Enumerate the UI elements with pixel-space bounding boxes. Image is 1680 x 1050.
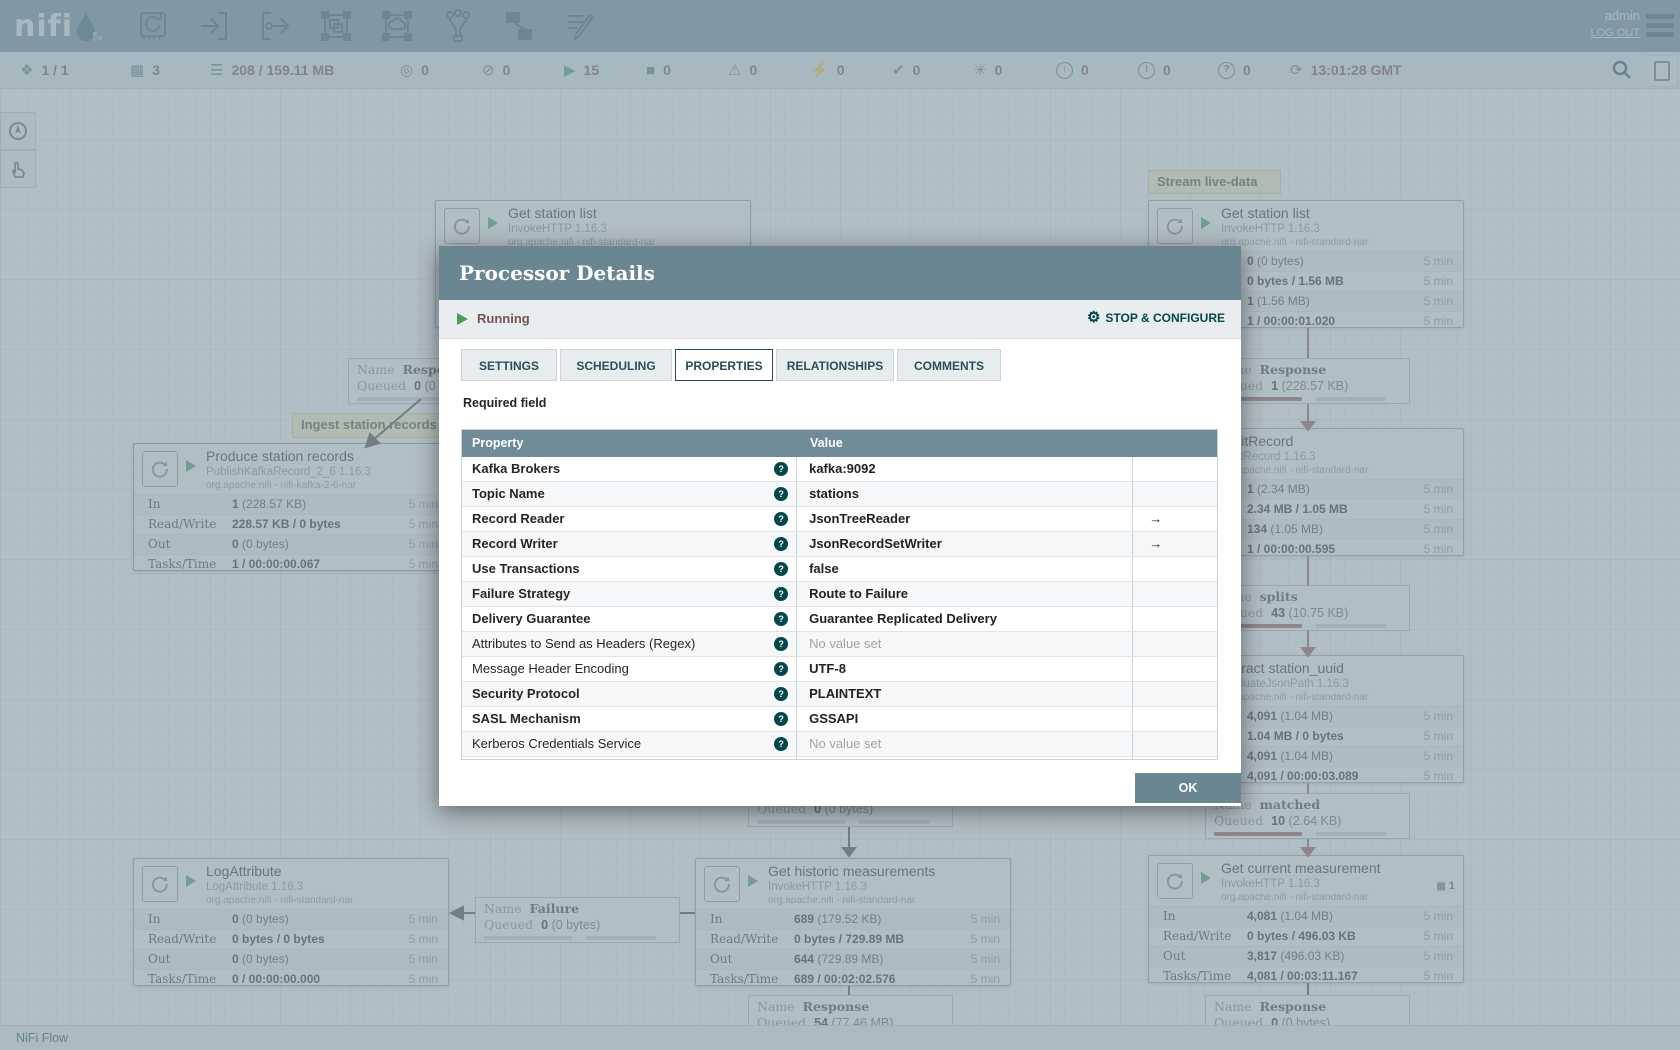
- property-row: Delivery Guarantee? Guarantee Replicated…: [462, 607, 1217, 632]
- processor-details-dialog: Processor Details Running ⚙ STOP & CONFI…: [439, 246, 1241, 806]
- help-icon[interactable]: ?: [774, 512, 789, 526]
- tab-scheduling[interactable]: SCHEDULING: [560, 349, 672, 381]
- value-column-header: Value: [810, 436, 843, 450]
- property-row: Record Writer? JsonRecordSetWriter →: [462, 532, 1217, 557]
- help-icon[interactable]: ?: [774, 662, 789, 676]
- running-status-icon: [457, 313, 468, 325]
- property-row: Topic Name? stations: [462, 482, 1217, 507]
- property-row: Kerberos User Service? No value set: [462, 757, 1217, 759]
- help-icon[interactable]: ?: [774, 612, 789, 626]
- help-icon[interactable]: ?: [774, 562, 789, 576]
- tab-properties[interactable]: PROPERTIES: [675, 349, 773, 381]
- property-row: Message Header Encoding? UTF-8: [462, 657, 1217, 682]
- property-row: Security Protocol? PLAINTEXT: [462, 682, 1217, 707]
- dialog-status-row: Running ⚙ STOP & CONFIGURE: [439, 300, 1241, 339]
- help-icon[interactable]: ?: [774, 737, 789, 751]
- properties-table: Property Value Kafka Brokers? kafka:9092…: [461, 429, 1218, 760]
- dialog-tabs: SETTINGS SCHEDULING PROPERTIES RELATIONS…: [461, 349, 1001, 381]
- tab-comments[interactable]: COMMENTS: [897, 349, 1001, 381]
- stop-and-configure-button[interactable]: ⚙ STOP & CONFIGURE: [1087, 310, 1225, 325]
- property-row: SASL Mechanism? GSSAPI: [462, 707, 1217, 732]
- go-to-service-icon[interactable]: →: [1149, 511, 1162, 526]
- dialog-title: Processor Details: [439, 246, 1241, 300]
- property-row: Failure Strategy? Route to Failure: [462, 582, 1217, 607]
- ok-button[interactable]: OK: [1135, 773, 1241, 803]
- property-row: Kafka Brokers? kafka:9092: [462, 457, 1217, 482]
- help-icon[interactable]: ?: [774, 462, 789, 476]
- help-icon[interactable]: ?: [774, 587, 789, 601]
- help-icon[interactable]: ?: [774, 687, 789, 701]
- property-row: Use Transactions? false: [462, 557, 1217, 582]
- property-row: Attributes to Send as Headers (Regex)? N…: [462, 632, 1217, 657]
- property-column-header: Property: [472, 436, 524, 450]
- help-icon[interactable]: ?: [774, 712, 789, 726]
- property-row: Record Reader? JsonTreeReader →: [462, 507, 1217, 532]
- run-state-label: Running: [477, 311, 530, 326]
- gear-icon: ⚙: [1086, 309, 1101, 326]
- tab-relationships[interactable]: RELATIONSHIPS: [776, 349, 894, 381]
- help-icon[interactable]: ?: [774, 637, 789, 651]
- go-to-service-icon[interactable]: →: [1149, 536, 1162, 551]
- properties-table-header: Property Value: [462, 430, 1217, 457]
- property-row: Kerberos Credentials Service? No value s…: [462, 732, 1217, 757]
- help-icon[interactable]: ?: [774, 537, 789, 551]
- required-field-note: Required field: [463, 396, 547, 410]
- tab-settings[interactable]: SETTINGS: [461, 349, 557, 381]
- nifi-app: nifi: [0, 0, 1680, 1050]
- help-icon[interactable]: ?: [774, 487, 789, 501]
